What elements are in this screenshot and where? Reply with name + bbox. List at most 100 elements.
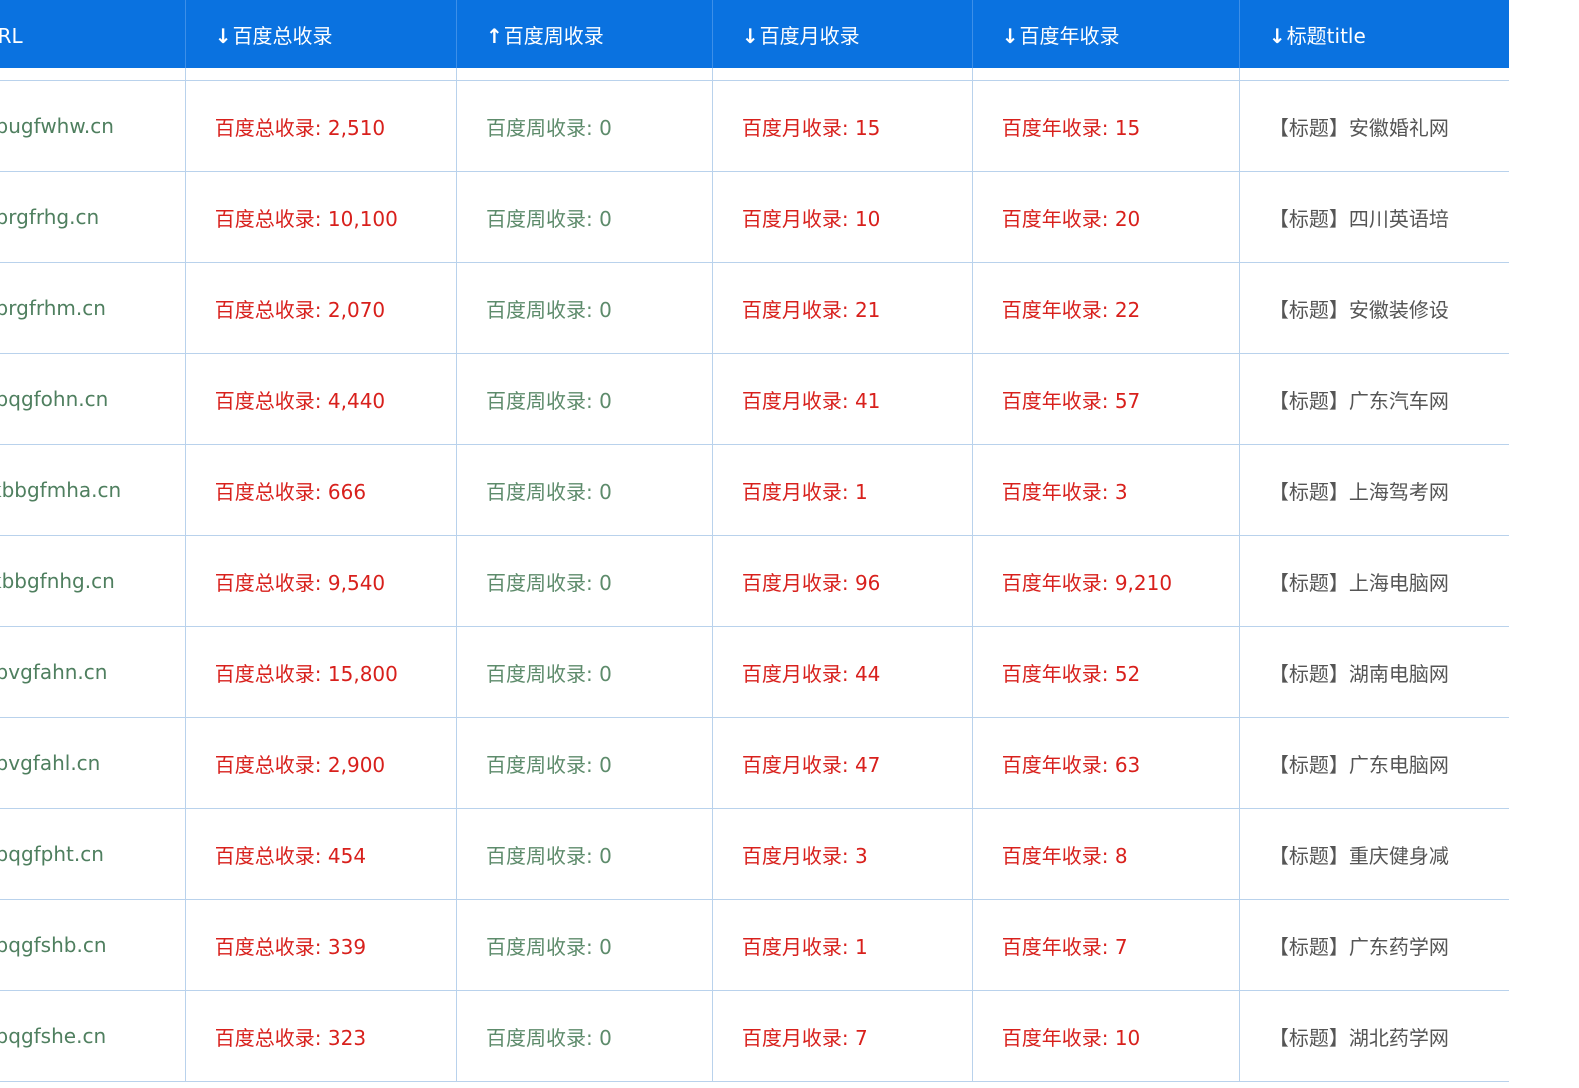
cell-month-index: 百度月收录: 41 <box>711 353 973 445</box>
column-header-label: 百度月收录 <box>759 23 860 48</box>
cell-title: 【标题】广东汽车网 <box>1238 353 1509 445</box>
cell-year-index: 百度年收录: 10 <box>971 990 1240 1082</box>
cell-total-index: 百度总收录: 339 <box>184 899 457 991</box>
cell-url[interactable]: kbbgfmha.cn <box>0 444 186 536</box>
cell-month-index: 百度月收录: 1 <box>711 899 973 991</box>
column-header-total-index[interactable]: ↓百度总收录 <box>184 0 457 68</box>
cell-year-index: 百度年收录: 15 <box>971 80 1240 172</box>
cell-week-index: 百度周收录: 0 <box>455 990 713 1082</box>
cell-year-index: 百度年收录: 22 <box>971 262 1240 354</box>
cell-year-index: 百度年收录: 3 <box>971 444 1240 536</box>
cell-url[interactable]: jbrgfrhg.cn <box>0 171 186 263</box>
cell-title: 【标题】湖北药学网 <box>1238 990 1509 1082</box>
cell-year-index: 百度年收录: 8 <box>971 808 1240 900</box>
sort-arrow-icon: ↓ <box>214 23 232 48</box>
cell-url[interactable]: jbvgfahl.cn <box>0 717 186 809</box>
cell-year-index: 百度年收录: 20 <box>971 171 1240 263</box>
cell-week-index: 百度周收录: 0 <box>455 171 713 263</box>
sort-arrow-icon: ↓ <box>1268 23 1286 48</box>
cell-title: 【标题】安徽装修设 <box>1238 262 1509 354</box>
seo-results-table: 询URL ↓百度总收录 ↑百度周收录 ↓百度月收录 ↓百度年收录 ↓标题titl… <box>0 0 1509 1082</box>
cell-total-index: 百度总收录: 454 <box>184 808 457 900</box>
table-row: jbqgfpht.cn 百度总收录: 454 百度周收录: 0 百度月收录: 3… <box>0 808 1509 900</box>
column-header-label: 百度年收录 <box>1019 23 1120 48</box>
table-row: jbqgfshb.cn 百度总收录: 339 百度周收录: 0 百度月收录: 1… <box>0 899 1509 991</box>
cell-month-index: 百度月收录: 3 <box>711 808 973 900</box>
column-header-url[interactable]: 询URL <box>0 0 185 68</box>
cell-week-index: 百度周收录: 0 <box>455 535 713 627</box>
cell-year-index: 百度年收录: 52 <box>971 626 1240 718</box>
column-header-label: 百度总收录 <box>232 23 333 48</box>
column-header-label: 百度周收录 <box>503 23 604 48</box>
column-header-label: 标题title <box>1286 23 1366 48</box>
column-header-title[interactable]: ↓标题title <box>1238 0 1509 68</box>
cell-title: 【标题】上海驾考网 <box>1238 444 1509 536</box>
table-row: jbrgfrhg.cn 百度总收录: 10,100 百度周收录: 0 百度月收录… <box>0 171 1509 263</box>
cell-total-index: 百度总收录: 15,800 <box>184 626 457 718</box>
cell-title: 【标题】安徽婚礼网 <box>1238 80 1509 172</box>
header-row: 询URL ↓百度总收录 ↑百度周收录 ↓百度月收录 ↓百度年收录 ↓标题titl… <box>0 0 1509 68</box>
cell-url[interactable]: jbqgfshb.cn <box>0 899 186 991</box>
cell-year-index: 百度年收录: 63 <box>971 717 1240 809</box>
cell-title: 【标题】上海电脑网 <box>1238 535 1509 627</box>
cell-month-index: 百度月收录: 15 <box>711 80 973 172</box>
table-row: jbvgfahn.cn 百度总收录: 15,800 百度周收录: 0 百度月收录… <box>0 626 1509 718</box>
sort-arrow-icon: ↑ <box>485 23 503 48</box>
cell-title: 【标题】四川英语培 <box>1238 171 1509 263</box>
cell-month-index: 百度月收录: 1 <box>711 444 973 536</box>
cell-month-index: 百度月收录: 7 <box>711 990 973 1082</box>
sort-arrow-icon: ↓ <box>1001 23 1019 48</box>
column-header-month-index[interactable]: ↓百度月收录 <box>711 0 973 68</box>
cell-url[interactable]: jbqgfpht.cn <box>0 808 186 900</box>
table-row: jbrgfrhm.cn 百度总收录: 2,070 百度周收录: 0 百度月收录:… <box>0 262 1509 354</box>
table-row: kbbgfmha.cn 百度总收录: 666 百度周收录: 0 百度月收录: 1… <box>0 444 1509 536</box>
cell-title: 【标题】湖南电脑网 <box>1238 626 1509 718</box>
cell-month-index: 百度月收录: 47 <box>711 717 973 809</box>
table-row: jbqgfohn.cn 百度总收录: 4,440 百度周收录: 0 百度月收录:… <box>0 353 1509 445</box>
cell-week-index: 百度周收录: 0 <box>455 444 713 536</box>
cell-url[interactable]: kbbgfnhg.cn <box>0 535 186 627</box>
column-header-year-index[interactable]: ↓百度年收录 <box>971 0 1240 68</box>
cell-week-index: 百度周收录: 0 <box>455 262 713 354</box>
cell-month-index: 百度月收录: 44 <box>711 626 973 718</box>
cell-week-index: 百度周收录: 0 <box>455 626 713 718</box>
cell-total-index: 百度总收录: 323 <box>184 990 457 1082</box>
cell-week-index: 百度周收录: 0 <box>455 353 713 445</box>
cell-year-index: 百度年收录: 57 <box>971 353 1240 445</box>
table-spacer-row <box>0 68 1509 81</box>
cell-total-index: 百度总收录: 2,070 <box>184 262 457 354</box>
cell-url[interactable]: jbvgfahn.cn <box>0 626 186 718</box>
cell-month-index: 百度月收录: 21 <box>711 262 973 354</box>
cell-title: 【标题】广东电脑网 <box>1238 717 1509 809</box>
cell-url[interactable]: jbugfwhw.cn <box>0 80 186 172</box>
table-row: jbugfwhw.cn 百度总收录: 2,510 百度周收录: 0 百度月收录:… <box>0 80 1509 172</box>
column-header-week-index[interactable]: ↑百度周收录 <box>455 0 713 68</box>
cell-week-index: 百度周收录: 0 <box>455 80 713 172</box>
table-row: kbbgfnhg.cn 百度总收录: 9,540 百度周收录: 0 百度月收录:… <box>0 535 1509 627</box>
table-body: jbugfwhw.cn 百度总收录: 2,510 百度周收录: 0 百度月收录:… <box>0 68 1509 1082</box>
cell-year-index: 百度年收录: 9,210 <box>971 535 1240 627</box>
cell-title: 【标题】广东药学网 <box>1238 899 1509 991</box>
cell-week-index: 百度周收录: 0 <box>455 808 713 900</box>
table-header: 询URL ↓百度总收录 ↑百度周收录 ↓百度月收录 ↓百度年收录 ↓标题titl… <box>0 0 1509 68</box>
column-header-label: 询URL <box>0 23 23 48</box>
cell-url[interactable]: jbqgfshe.cn <box>0 990 186 1082</box>
table-row: jbvgfahl.cn 百度总收录: 2,900 百度周收录: 0 百度月收录:… <box>0 717 1509 809</box>
cell-month-index: 百度月收录: 96 <box>711 535 973 627</box>
cell-total-index: 百度总收录: 9,540 <box>184 535 457 627</box>
cell-month-index: 百度月收录: 10 <box>711 171 973 263</box>
cell-title: 【标题】重庆健身减 <box>1238 808 1509 900</box>
cell-total-index: 百度总收录: 4,440 <box>184 353 457 445</box>
cell-week-index: 百度周收录: 0 <box>455 717 713 809</box>
table-row: jbqgfshe.cn 百度总收录: 323 百度周收录: 0 百度月收录: 7… <box>0 990 1509 1082</box>
results-table-viewport: 询URL ↓百度总收录 ↑百度周收录 ↓百度月收录 ↓百度年收录 ↓标题titl… <box>0 0 1579 1088</box>
cell-year-index: 百度年收录: 7 <box>971 899 1240 991</box>
cell-total-index: 百度总收录: 2,510 <box>184 80 457 172</box>
cell-week-index: 百度周收录: 0 <box>455 899 713 991</box>
cell-total-index: 百度总收录: 2,900 <box>184 717 457 809</box>
sort-arrow-icon: ↓ <box>741 23 759 48</box>
cell-total-index: 百度总收录: 10,100 <box>184 171 457 263</box>
cell-url[interactable]: jbqgfohn.cn <box>0 353 186 445</box>
cell-url[interactable]: jbrgfrhm.cn <box>0 262 186 354</box>
cell-total-index: 百度总收录: 666 <box>184 444 457 536</box>
